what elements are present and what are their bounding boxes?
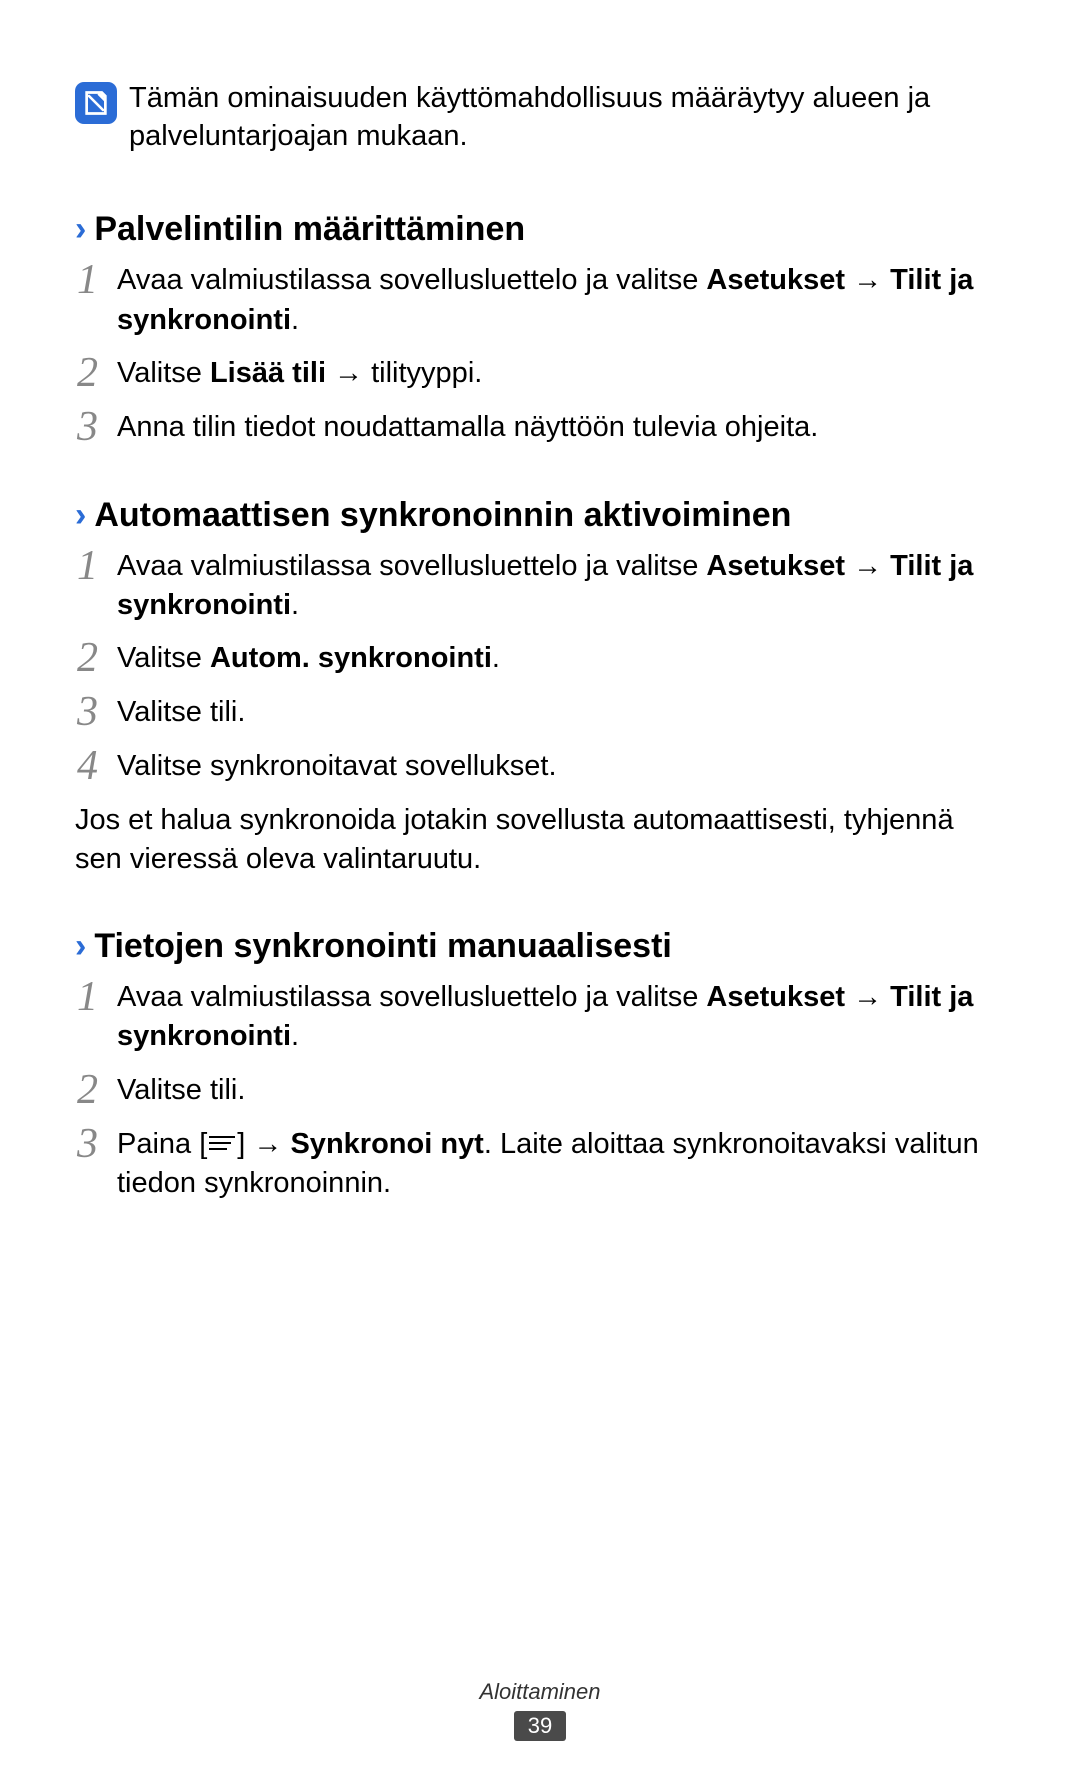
- step-text: Paina [] → Synkronoi nyt. Laite aloittaa…: [117, 1125, 1005, 1203]
- heading-text: Tietojen synkronointi manuaalisesti: [94, 927, 672, 966]
- step-text: Valitse tili.: [117, 693, 1005, 732]
- step-number: 1: [77, 545, 117, 587]
- chevron-icon: ›: [75, 496, 86, 535]
- step-3: 3 Anna tilin tiedot noudattamalla näyttö…: [75, 408, 1005, 448]
- step-text: Avaa valmiustilassa sovellusluettelo ja …: [117, 261, 1005, 339]
- step-text: Anna tilin tiedot noudattamalla näyttöön…: [117, 408, 1005, 447]
- step-4: 4 Valitse synkronoitavat sovellukset.: [75, 747, 1005, 787]
- section-body: Jos et halua synkronoida jotakin sovellu…: [75, 801, 1005, 879]
- section-auto-sync: › Automaattisen synkronoinnin aktivoimin…: [75, 496, 1005, 880]
- step-1: 1 Avaa valmiustilassa sovellusluettelo j…: [75, 978, 1005, 1056]
- step-text: Valitse tili.: [117, 1071, 1005, 1110]
- step-1: 1 Avaa valmiustilassa sovellusluettelo j…: [75, 547, 1005, 625]
- step-text: Valitse Lisää tili → tilityyppi.: [117, 354, 1005, 393]
- step-number: 2: [77, 352, 117, 394]
- step-3: 3 Valitse tili.: [75, 693, 1005, 733]
- menu-icon: [209, 1136, 235, 1154]
- step-number: 2: [77, 1069, 117, 1111]
- step-text: Valitse Autom. synkronointi.: [117, 639, 1005, 678]
- heading-text: Automaattisen synkronoinnin aktivoiminen: [94, 496, 791, 535]
- step-number: 3: [77, 691, 117, 733]
- step-number: 2: [77, 637, 117, 679]
- page-number: 39: [514, 1711, 566, 1741]
- section-server-account: › Palvelintilin määrittäminen 1 Avaa val…: [75, 210, 1005, 447]
- section-heading: › Automaattisen synkronoinnin aktivoimin…: [75, 496, 1005, 535]
- footer-section-label: Aloittaminen: [0, 1679, 1080, 1705]
- step-2: 2 Valitse Lisää tili → tilityyppi.: [75, 354, 1005, 394]
- note-icon: [75, 82, 117, 124]
- step-text: Avaa valmiustilassa sovellusluettelo ja …: [117, 978, 1005, 1056]
- step-number: 1: [77, 259, 117, 301]
- step-number: 3: [77, 1123, 117, 1165]
- step-text: Avaa valmiustilassa sovellusluettelo ja …: [117, 547, 1005, 625]
- step-number: 3: [77, 406, 117, 448]
- step-number: 1: [77, 976, 117, 1018]
- step-1: 1 Avaa valmiustilassa sovellusluettelo j…: [75, 261, 1005, 339]
- step-2: 2 Valitse Autom. synkronointi.: [75, 639, 1005, 679]
- chevron-icon: ›: [75, 210, 86, 249]
- section-heading: › Tietojen synkronointi manuaalisesti: [75, 927, 1005, 966]
- step-text: Valitse synkronoitavat sovellukset.: [117, 747, 1005, 786]
- heading-text: Palvelintilin määrittäminen: [94, 210, 525, 249]
- page-footer: Aloittaminen 39: [0, 1679, 1080, 1741]
- section-manual-sync: › Tietojen synkronointi manuaalisesti 1 …: [75, 927, 1005, 1203]
- info-note: Tämän ominaisuuden käyttömahdollisuus mä…: [75, 80, 1005, 155]
- section-heading: › Palvelintilin määrittäminen: [75, 210, 1005, 249]
- step-2: 2 Valitse tili.: [75, 1071, 1005, 1111]
- step-3: 3 Paina [] → Synkronoi nyt. Laite aloitt…: [75, 1125, 1005, 1203]
- step-number: 4: [77, 745, 117, 787]
- chevron-icon: ›: [75, 927, 86, 966]
- info-note-text: Tämän ominaisuuden käyttömahdollisuus mä…: [129, 80, 1005, 155]
